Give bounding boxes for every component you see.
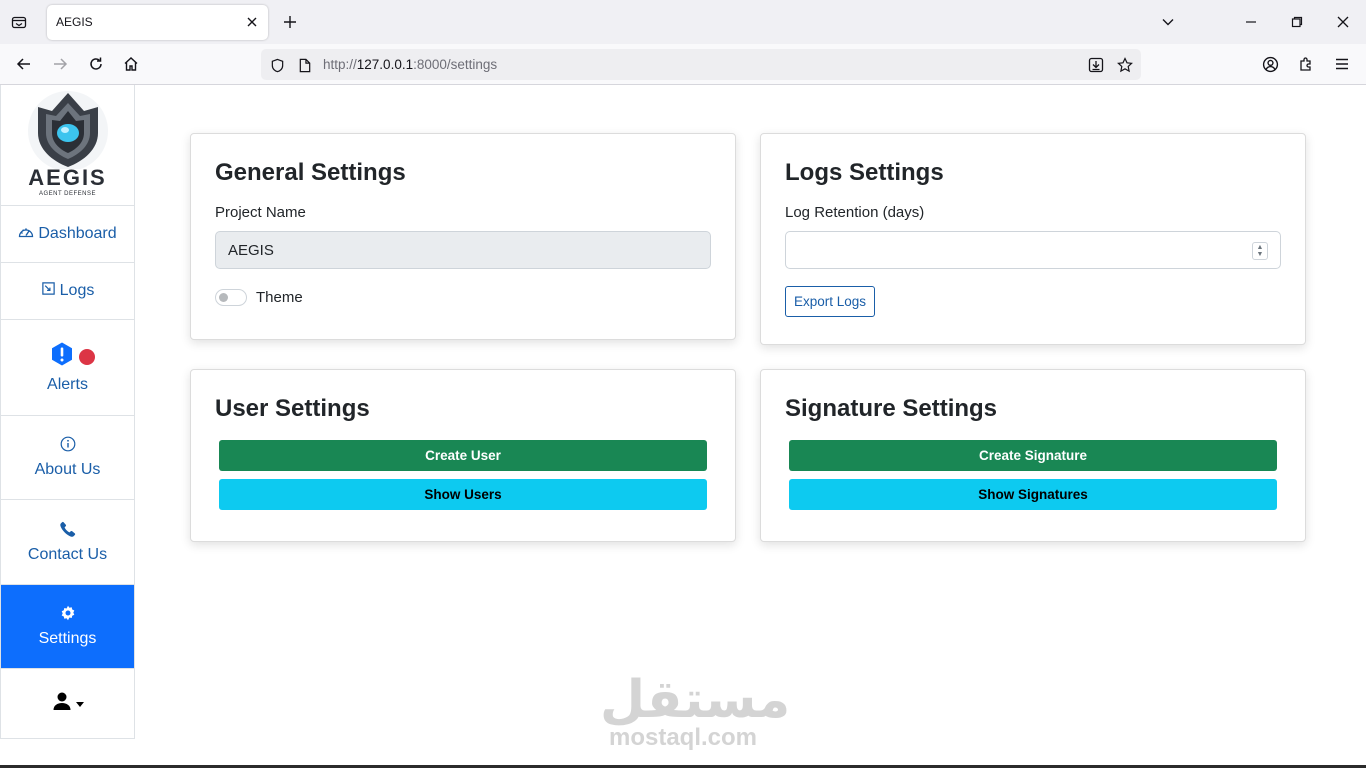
reload-icon[interactable] <box>86 54 106 74</box>
logs-settings-title: Logs Settings <box>785 159 944 186</box>
watermark-arabic: مستقل <box>600 670 791 730</box>
tab-list-icon[interactable] <box>8 11 30 33</box>
watermark: مستقل mostaql.com <box>600 670 791 751</box>
user-menu-dropdown[interactable] <box>1 669 134 737</box>
gear-icon <box>60 605 76 626</box>
user-settings-card: User Settings Create User Show Users <box>190 369 736 542</box>
theme-label: Theme <box>256 289 303 306</box>
sidebar-item-settings[interactable]: Settings <box>1 585 134 669</box>
url-text[interactable]: http://127.0.0.1:8000/settings <box>323 57 497 72</box>
logo-tagline: AGENT DEFENSE <box>38 191 97 197</box>
aegis-shield-logo <box>27 91 108 169</box>
signature-settings-title: Signature Settings <box>785 395 998 422</box>
browser-nav-bar: http://127.0.0.1:8000/settings <box>0 44 1366 85</box>
caret-down-icon <box>75 694 84 712</box>
log-retention-label: Log Retention (days) <box>785 204 925 221</box>
chevron-down-icon[interactable] <box>1158 12 1178 32</box>
signature-settings-card: Signature Settings Create Signature Show… <box>760 369 1306 542</box>
menu-icon[interactable] <box>1332 54 1352 74</box>
star-icon[interactable] <box>1116 56 1134 74</box>
create-user-button[interactable]: Create User <box>219 440 707 471</box>
info-icon <box>60 436 76 457</box>
alert-icon <box>49 341 75 372</box>
log-retention-input[interactable]: ▲ ▼ <box>785 231 1281 269</box>
back-icon[interactable] <box>14 54 34 74</box>
new-tab-icon[interactable] <box>280 12 300 32</box>
tab-title: AEGIS <box>56 15 93 29</box>
export-logs-button[interactable]: Export Logs <box>785 286 876 317</box>
sidebar-item-label: Contact Us <box>27 545 108 563</box>
user-settings-title: User Settings <box>215 395 370 422</box>
address-bar[interactable]: http://127.0.0.1:8000/settings <box>261 49 1141 80</box>
speedometer-icon <box>18 225 34 244</box>
show-signatures-button[interactable]: Show Signatures <box>789 479 1277 510</box>
sidebar-item-label: Dashboard <box>38 225 117 242</box>
extensions-icon[interactable] <box>1296 54 1316 74</box>
restore-icon[interactable] <box>1287 12 1307 32</box>
create-signature-button[interactable]: Create Signature <box>789 440 1277 471</box>
home-icon[interactable] <box>121 54 141 74</box>
sidebar: AEGIS AGENT DEFENSE Dashboard Logs Alert… <box>0 85 135 739</box>
phone-icon <box>59 521 76 542</box>
shield-icon[interactable] <box>268 56 286 74</box>
general-settings-title: General Settings <box>215 159 406 186</box>
sidebar-item-alerts[interactable]: Alerts <box>1 320 134 416</box>
show-users-button[interactable]: Show Users <box>219 479 707 510</box>
sidebar-item-label: Settings <box>38 630 97 647</box>
forward-icon[interactable] <box>50 54 70 74</box>
account-icon[interactable] <box>1260 54 1280 74</box>
browser-tab-bar: AEGIS <box>0 0 1366 44</box>
sidebar-item-label: Logs <box>59 282 95 299</box>
sidebar-item-logs[interactable]: Logs <box>1 263 134 320</box>
project-name-value: AEGIS <box>228 241 274 259</box>
notification-dot <box>78 348 95 365</box>
general-settings-card: General Settings Project Name AEGIS Them… <box>190 133 736 340</box>
project-name-input[interactable]: AEGIS <box>215 231 711 269</box>
user-icon <box>52 691 72 716</box>
download-page-icon[interactable] <box>1087 56 1105 74</box>
sidebar-item-label: About Us <box>34 461 101 478</box>
browser-tab[interactable]: AEGIS <box>47 5 268 40</box>
number-spinner-icon[interactable]: ▲ ▼ <box>1252 242 1268 260</box>
project-name-label: Project Name <box>215 204 306 221</box>
sidebar-item-dashboard[interactable]: Dashboard <box>1 206 134 263</box>
watermark-latin: mostaql.com <box>608 724 758 751</box>
minimize-icon[interactable] <box>1241 12 1261 32</box>
close-tab-icon[interactable] <box>244 14 260 30</box>
logs-icon <box>41 281 56 301</box>
sidebar-item-label: Alerts <box>47 376 88 393</box>
logo[interactable]: AEGIS AGENT DEFENSE <box>1 85 134 206</box>
close-window-icon[interactable] <box>1333 12 1353 32</box>
logo-wordmark: AEGIS <box>28 165 107 190</box>
logs-settings-card: Logs Settings Log Retention (days) ▲ ▼ Ex… <box>760 133 1306 345</box>
theme-toggle[interactable] <box>215 289 247 306</box>
sidebar-item-contact[interactable]: Contact Us <box>1 500 134 585</box>
sidebar-item-about[interactable]: About Us <box>1 416 134 500</box>
page-icon[interactable] <box>296 56 314 74</box>
